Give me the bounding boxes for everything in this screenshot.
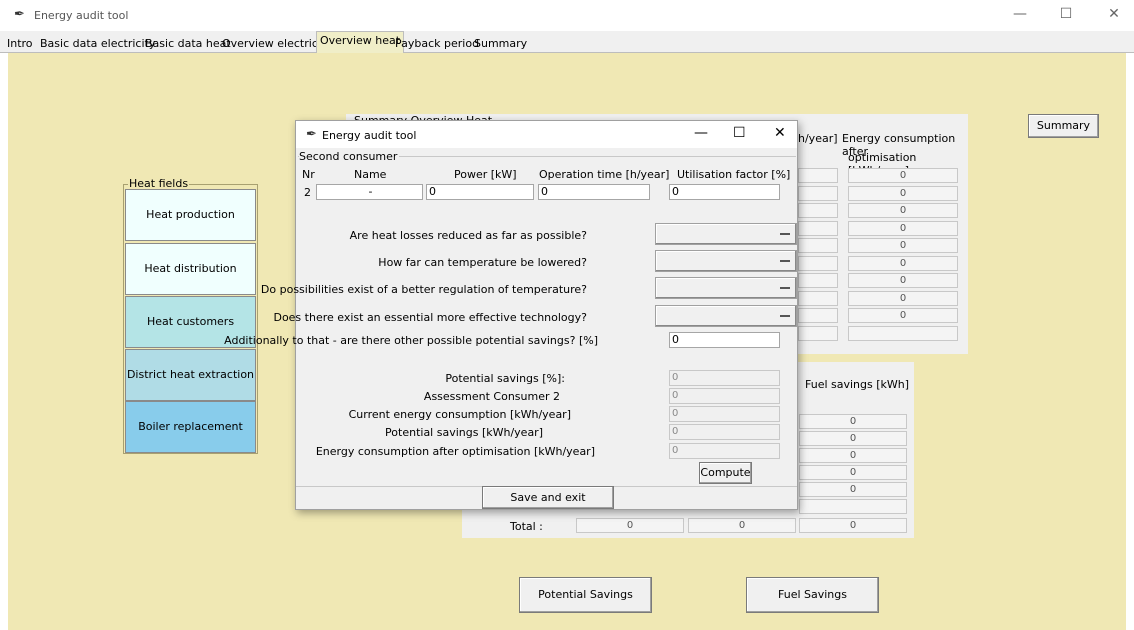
heat-fields-group: Heat fields Heat production Heat distrib… bbox=[123, 177, 258, 454]
consumer-name-field[interactable]: - bbox=[316, 184, 423, 200]
col-power: Power [kW] bbox=[454, 168, 517, 181]
fuel-value-3: 0 bbox=[799, 448, 907, 463]
summary-hidden-value-2 bbox=[798, 185, 838, 201]
operation-time-field[interactable]: 0 bbox=[538, 184, 650, 200]
summary-value-10 bbox=[848, 325, 958, 341]
question-effective-technology: Does there exist an essential more effec… bbox=[273, 311, 587, 324]
question-temperature-lowered: How far can temperature be lowered? bbox=[378, 256, 587, 269]
group-label: Second consumer bbox=[299, 150, 400, 163]
feather-icon: ✒ bbox=[14, 7, 25, 22]
fuel-value-1: 0 bbox=[799, 414, 907, 429]
additional-savings-label: Additionally to that - are there other p… bbox=[224, 334, 598, 347]
window-titlebar: ✒ Energy audit tool — ☐ ✕ bbox=[0, 0, 1134, 31]
total-value-3: 0 bbox=[799, 518, 907, 533]
total-value-2: 0 bbox=[688, 518, 796, 533]
fuel-value-2: 0 bbox=[799, 431, 907, 446]
fuel-value-5: 0 bbox=[799, 482, 907, 497]
compute-button[interactable]: Compute bbox=[699, 462, 752, 484]
heat-distribution-button[interactable]: Heat distribution bbox=[125, 243, 256, 295]
col-utilisation-factor: Utilisation factor [%] bbox=[677, 168, 791, 181]
summary-value-8: 0 bbox=[848, 290, 958, 306]
second-consumer-dialog: ✒ Energy audit tool — ☐ ✕ Second consume… bbox=[224, 120, 798, 510]
dropdown-arrow-icon bbox=[780, 259, 790, 262]
summary-partial-header: h/year] bbox=[798, 132, 838, 145]
fuel-savings-button[interactable]: Fuel Savings bbox=[746, 577, 879, 613]
summary-hidden-value-7 bbox=[798, 273, 838, 288]
summary-value-9: 0 bbox=[848, 308, 958, 323]
assessment-value: 0 bbox=[669, 388, 780, 404]
col-operation-time: Operation time [h/year] bbox=[539, 168, 670, 181]
total-label: Total : bbox=[510, 520, 543, 533]
heat-production-button[interactable]: Heat production bbox=[125, 189, 256, 241]
total-value-1: 0 bbox=[576, 518, 684, 533]
potential-savings-kwh-value: 0 bbox=[669, 424, 780, 440]
summary-hidden-value-3 bbox=[798, 203, 838, 218]
district-heat-extraction-button[interactable]: District heat extraction bbox=[125, 349, 256, 401]
current-consumption-label: Current energy consumption [kWh/year] bbox=[348, 408, 571, 421]
fuel-savings-header: Fuel savings [kWh] bbox=[805, 378, 910, 391]
potential-savings-percent-label: Potential savings [%]: bbox=[445, 372, 565, 385]
fuel-value-4: 0 bbox=[799, 465, 907, 480]
assessment-label: Assessment Consumer 2 bbox=[423, 390, 560, 403]
summary-value-3: 0 bbox=[848, 203, 958, 218]
fuel-value-6 bbox=[799, 499, 907, 514]
consumption-after-label: Energy consumption after optimisation [k… bbox=[315, 445, 595, 458]
save-and-exit-button[interactable]: Save and exit bbox=[482, 486, 614, 509]
consumption-after-value: 0 bbox=[669, 443, 780, 459]
maximize-icon[interactable]: ☐ bbox=[733, 125, 746, 141]
col-name: Name bbox=[354, 168, 387, 181]
close-icon[interactable]: ✕ bbox=[774, 125, 786, 141]
tab-bar: Intro Basic data electricity Basic data … bbox=[0, 31, 1134, 53]
utilisation-factor-field[interactable]: 0 bbox=[669, 184, 780, 200]
effective-technology-select[interactable] bbox=[655, 305, 797, 327]
summary-value-6: 0 bbox=[848, 255, 958, 271]
summary-value-1: 0 bbox=[848, 168, 958, 183]
summary-hidden-value-1 bbox=[798, 168, 838, 183]
summary-hidden-value-9 bbox=[798, 308, 838, 323]
dropdown-arrow-icon bbox=[780, 286, 790, 289]
power-field[interactable]: 0 bbox=[426, 184, 534, 200]
regulation-select[interactable] bbox=[655, 277, 797, 299]
potential-savings-kwh-label: Potential savings [kWh/year] bbox=[385, 426, 543, 439]
question-heat-losses: Are heat losses reduced as far as possib… bbox=[349, 229, 587, 242]
minimize-icon[interactable]: — bbox=[694, 125, 708, 141]
temperature-lowered-select[interactable] bbox=[655, 250, 797, 272]
dialog-title: Energy audit tool bbox=[322, 129, 417, 142]
heat-losses-select[interactable] bbox=[655, 223, 797, 245]
col-nr: Nr bbox=[302, 168, 315, 181]
summary-hidden-value-10 bbox=[798, 325, 838, 341]
current-consumption-value: 0 bbox=[669, 406, 780, 422]
summary-value-7: 0 bbox=[848, 273, 958, 288]
summary-button[interactable]: Summary bbox=[1028, 114, 1099, 138]
close-icon[interactable]: ✕ bbox=[1094, 6, 1134, 22]
boiler-replacement-button[interactable]: Boiler replacement bbox=[125, 401, 256, 453]
question-regulation: Do possibilities exist of a better regul… bbox=[260, 283, 587, 296]
minimize-icon[interactable]: — bbox=[1000, 6, 1040, 22]
summary-hidden-value-4 bbox=[798, 220, 838, 236]
dropdown-arrow-icon bbox=[780, 314, 790, 317]
maximize-icon[interactable]: ☐ bbox=[1046, 6, 1086, 22]
summary-value-2: 0 bbox=[848, 185, 958, 201]
tab-summary[interactable]: Summary bbox=[470, 34, 531, 53]
potential-savings-button[interactable]: Potential Savings bbox=[519, 577, 652, 613]
dialog-titlebar: ✒ Energy audit tool — ☐ ✕ bbox=[296, 121, 797, 148]
summary-hidden-value-6 bbox=[798, 255, 838, 271]
summary-hidden-value-8 bbox=[798, 290, 838, 306]
tab-intro[interactable]: Intro bbox=[3, 34, 37, 53]
summary-value-5: 0 bbox=[848, 238, 958, 253]
summary-hidden-value-5 bbox=[798, 238, 838, 253]
feather-icon: ✒ bbox=[306, 127, 317, 142]
potential-savings-percent-value: 0 bbox=[669, 370, 780, 386]
dropdown-arrow-icon bbox=[780, 232, 790, 235]
row-nr: 2 bbox=[304, 186, 311, 199]
window-title: Energy audit tool bbox=[34, 9, 129, 22]
additional-savings-field[interactable]: 0 bbox=[669, 332, 780, 348]
summary-value-4: 0 bbox=[848, 220, 958, 236]
